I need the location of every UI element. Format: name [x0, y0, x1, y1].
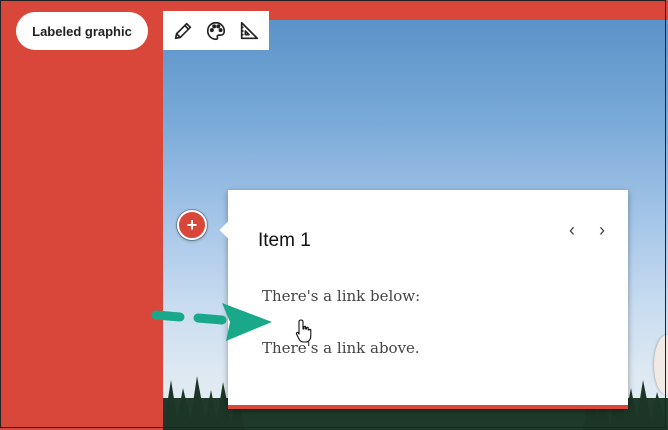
labeled-graphic-label[interactable]: Labeled graphic: [16, 12, 148, 50]
plus-icon: +: [186, 214, 198, 235]
edit-toolbar: [163, 11, 269, 50]
pencil-icon[interactable]: [170, 18, 196, 44]
next-item-button[interactable]: ›: [592, 220, 612, 240]
chevron-right-icon: ›: [599, 219, 605, 240]
popup-text-line-2: There's a link above.: [262, 339, 420, 357]
popup-text-line-1: There's a link below:: [262, 287, 421, 305]
previous-item-button[interactable]: ‹: [562, 220, 582, 240]
item-popup: Item 1 ‹ › There's a link below: There's…: [219, 190, 628, 409]
annotation-arrow-icon: [151, 303, 272, 341]
popup-title: Item 1: [258, 230, 311, 251]
set-square-icon[interactable]: [236, 18, 262, 44]
hand-pointer-icon: [295, 319, 312, 343]
palette-icon[interactable]: [203, 18, 229, 44]
chevron-left-icon: ‹: [569, 219, 575, 240]
hotspot-marker[interactable]: +: [177, 210, 207, 240]
